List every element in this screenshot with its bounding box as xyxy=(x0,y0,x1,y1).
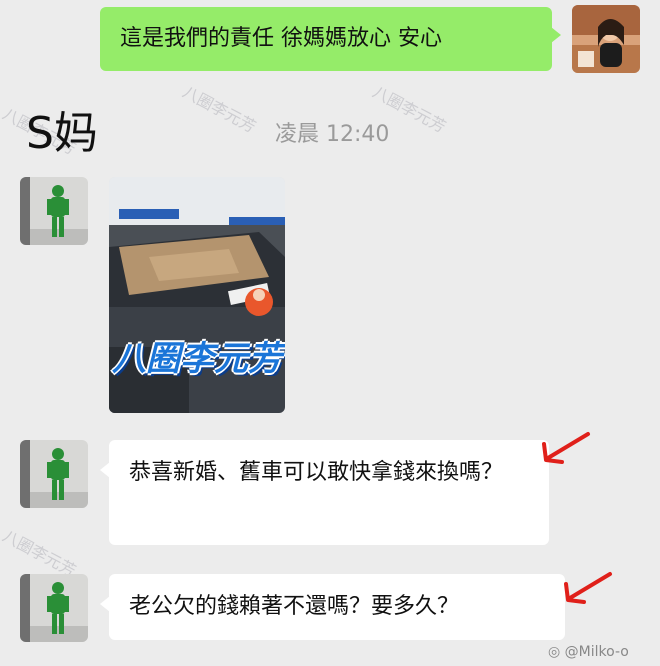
weibo-icon: ◎ xyxy=(548,644,561,660)
self-avatar[interactable] xyxy=(572,5,640,73)
image-message[interactable]: 八圈李元芳 xyxy=(109,177,285,413)
incoming-message-bubble[interactable]: 老公欠的錢賴著不還嗎？要多久？ xyxy=(100,574,565,640)
footer-credit: ◎ @Milko-o xyxy=(548,644,629,660)
footer-credit-text: @Milko-o xyxy=(564,644,629,660)
sender-avatar[interactable] xyxy=(20,574,88,642)
green-soldier-avatar-icon xyxy=(20,574,88,642)
outgoing-message-bubble[interactable]: 這是我們的責任 徐媽媽放心 安心 xyxy=(100,7,561,71)
incoming-message-text: 老公欠的錢賴著不還嗎？要多久？ xyxy=(129,594,460,619)
green-soldier-avatar-icon xyxy=(20,440,88,508)
sender-name: S妈 xyxy=(26,108,98,159)
watermark-4: 八圈李元芳 xyxy=(0,526,80,581)
watermark-2: 八圈李元芳 xyxy=(179,82,260,137)
outgoing-message-text: 這是我們的責任 徐媽媽放心 安心 xyxy=(120,26,442,51)
sender-avatar[interactable] xyxy=(20,177,88,245)
sender-avatar[interactable] xyxy=(20,440,88,508)
incoming-message-text: 恭喜新婚、舊車可以敢快拿錢來換嗎？ xyxy=(129,460,504,485)
sticker-logo: 八圈李元芳 xyxy=(112,339,282,379)
red-arrow-icon xyxy=(542,432,590,464)
message-timestamp: 凌晨 12:40 xyxy=(275,122,390,147)
incoming-message-bubble[interactable]: 恭喜新婚、舊車可以敢快拿錢來換嗎？ xyxy=(100,440,549,545)
self-avatar-image xyxy=(572,5,640,73)
red-arrow-icon xyxy=(564,572,612,604)
green-soldier-avatar-icon xyxy=(20,177,88,245)
